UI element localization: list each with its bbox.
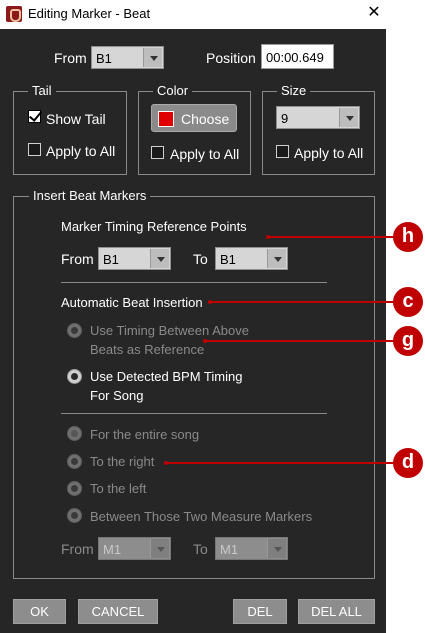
range-to-label: To: [193, 541, 208, 557]
show-tail-label: Show Tail: [46, 111, 106, 127]
chevron-down-icon: [150, 539, 169, 558]
color-swatch: [158, 111, 174, 127]
position-label: Position: [206, 50, 256, 66]
use-bpm-timing-label-1: Use Detected BPM Timing: [90, 369, 243, 384]
choose-color-button[interactable]: Choose: [151, 104, 237, 132]
callout-h: h: [393, 222, 423, 252]
scope-entire-song-radio[interactable]: [67, 426, 82, 441]
window-title: Editing Marker - Beat: [28, 6, 151, 21]
chevron-down-icon: [267, 539, 286, 558]
tail-apply-all-checkbox[interactable]: [28, 143, 41, 156]
callout-c: c: [393, 287, 423, 317]
dialog-body: From B1 Position 00:00.649 Tail Show Tai…: [0, 29, 386, 633]
color-group-title: Color: [153, 83, 193, 98]
divider: [61, 413, 327, 414]
timing-to-label: To: [193, 251, 208, 267]
divider: [61, 282, 327, 283]
use-timing-between-label-2: Beats as Reference: [90, 342, 205, 357]
timing-from-value: B1: [103, 252, 119, 267]
timing-heading: Marker Timing Reference Points: [61, 219, 247, 234]
chevron-down-icon: [267, 249, 286, 268]
position-value: 00:00.649: [266, 50, 324, 65]
insert-group-title: Insert Beat Markers: [29, 188, 151, 203]
color-apply-all-checkbox[interactable]: [151, 146, 164, 159]
app-logo-icon: [6, 6, 22, 22]
size-dropdown[interactable]: 9: [276, 106, 360, 129]
timing-to-value: B1: [220, 252, 236, 267]
title-bar: Editing Marker - Beat ✕: [0, 0, 386, 29]
tail-apply-all-label: Apply to All: [46, 143, 116, 159]
timing-from-label: From: [61, 251, 94, 267]
scope-left-label: To the left: [90, 481, 147, 496]
use-timing-between-radio[interactable]: [67, 323, 82, 338]
color-apply-all-label: Apply to All: [170, 146, 240, 162]
use-bpm-timing-label-2: For Song: [90, 388, 144, 403]
size-value: 9: [281, 111, 289, 126]
range-from-dropdown[interactable]: M1: [98, 537, 171, 560]
from-label: From: [54, 50, 87, 66]
scope-between-label: Between Those Two Measure Markers: [90, 509, 313, 524]
delete-button[interactable]: DEL: [233, 599, 287, 624]
size-apply-all-label: Apply to All: [294, 145, 364, 161]
choose-color-label: Choose: [181, 111, 230, 127]
range-from-value: M1: [103, 542, 122, 557]
ok-button[interactable]: OK: [13, 599, 66, 624]
scope-between-radio[interactable]: [67, 508, 82, 523]
scope-entire-song-label: For the entire song: [90, 427, 200, 442]
size-apply-all-checkbox[interactable]: [276, 145, 289, 158]
position-input[interactable]: 00:00.649: [261, 44, 334, 69]
chevron-down-icon: [150, 249, 169, 268]
cancel-button[interactable]: CANCEL: [78, 599, 158, 624]
delete-all-button[interactable]: DEL ALL: [298, 599, 375, 624]
timing-from-dropdown[interactable]: B1: [98, 247, 171, 270]
callout-h-line: [268, 236, 394, 238]
auto-insertion-heading: Automatic Beat Insertion: [61, 295, 203, 310]
from-marker-value: B1: [96, 51, 112, 66]
scope-right-radio[interactable]: [67, 454, 82, 469]
range-to-value: M1: [220, 542, 239, 557]
callout-d-line: [166, 462, 394, 464]
chevron-down-icon: [143, 48, 162, 67]
size-group-title: Size: [277, 83, 311, 98]
close-icon[interactable]: ✕: [364, 3, 384, 23]
use-bpm-timing-radio[interactable]: [67, 369, 82, 384]
chevron-down-icon: [339, 108, 358, 127]
tail-group-title: Tail: [28, 83, 56, 98]
range-to-dropdown[interactable]: M1: [215, 537, 288, 560]
scope-right-label: To the right: [90, 454, 155, 469]
callout-g: g: [393, 326, 423, 356]
scope-left-radio[interactable]: [67, 481, 82, 496]
size-group: Size: [262, 83, 375, 175]
show-tail-checkbox[interactable]: [28, 110, 41, 123]
range-from-label: From: [61, 541, 94, 557]
use-timing-between-label-1: Use Timing Between Above: [90, 323, 249, 338]
tail-group: Tail: [13, 83, 127, 175]
from-marker-dropdown[interactable]: B1: [91, 46, 164, 69]
callout-d: d: [393, 448, 423, 478]
callout-g-line: [205, 340, 394, 342]
timing-to-dropdown[interactable]: B1: [215, 247, 288, 270]
callout-c-line: [210, 301, 394, 303]
